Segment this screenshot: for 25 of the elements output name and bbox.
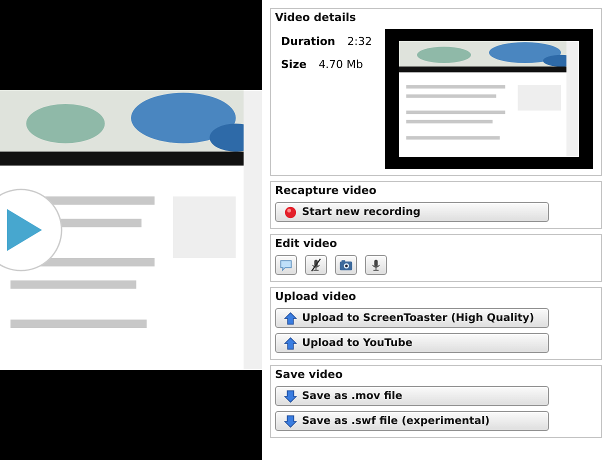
camera-button[interactable]	[335, 255, 357, 275]
save-button[interactable]: Save as .mov file	[275, 386, 549, 406]
fact-value: 2:32	[347, 35, 372, 48]
microphone-button[interactable]	[365, 255, 387, 275]
section-title: Save video	[275, 368, 344, 381]
speech-bubble-icon	[279, 258, 293, 272]
fact-label: Duration	[281, 35, 336, 48]
save-button[interactable]: Save as .swf file (experimental)	[275, 411, 549, 431]
upload-button[interactable]: Upload to YouTube	[275, 333, 549, 353]
down-arrow-icon	[284, 390, 297, 402]
section-title: Video details	[275, 11, 357, 24]
section-title: Edit video	[275, 237, 338, 250]
record-icon	[284, 206, 297, 218]
fact-value: 4.70 Mb	[318, 58, 364, 71]
microphone-icon	[369, 258, 383, 272]
record-button[interactable]: Start new recording	[275, 202, 549, 222]
down-arrow-icon	[284, 414, 297, 428]
section-title: Recapture video	[275, 184, 378, 197]
speech-bubble-button[interactable]	[275, 255, 297, 275]
upload-button[interactable]: Upload to ScreenToaster (High Quality)	[275, 308, 549, 328]
fact-label: Size	[281, 58, 307, 71]
muted-microphone-button[interactable]	[305, 255, 327, 275]
section-title: Upload video	[275, 290, 358, 303]
camera-icon	[339, 258, 353, 272]
muted-microphone-icon	[309, 258, 323, 272]
